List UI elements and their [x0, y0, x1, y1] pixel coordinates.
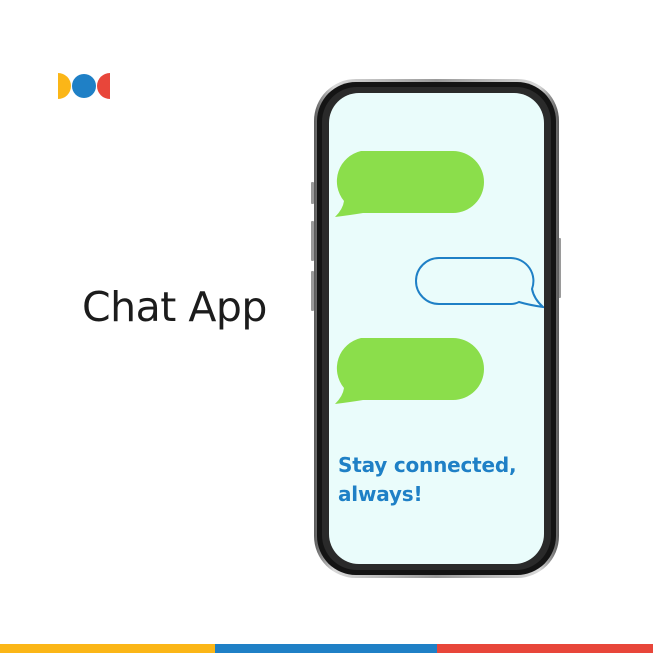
page-title: Chat App	[82, 283, 267, 331]
phone-mockup: Stay connected, always!	[311, 78, 561, 579]
bottom-color-bar	[0, 644, 653, 653]
logo-blue-shape	[72, 74, 96, 98]
message-bubble-received	[335, 338, 484, 404]
logo-yellow-shape	[58, 73, 71, 99]
bottom-bar-yellow-segment	[0, 644, 215, 653]
message-bubble-received	[335, 151, 484, 217]
bottom-bar-blue-segment	[215, 644, 437, 653]
bottom-bar-red-segment	[437, 644, 653, 653]
tagline-text: Stay connected, always!	[338, 453, 517, 506]
message-bubble-sent	[415, 257, 544, 309]
phone-screen: Stay connected, always!	[329, 93, 544, 564]
brand-logo-icon	[58, 73, 110, 99]
logo-red-shape	[97, 73, 110, 99]
